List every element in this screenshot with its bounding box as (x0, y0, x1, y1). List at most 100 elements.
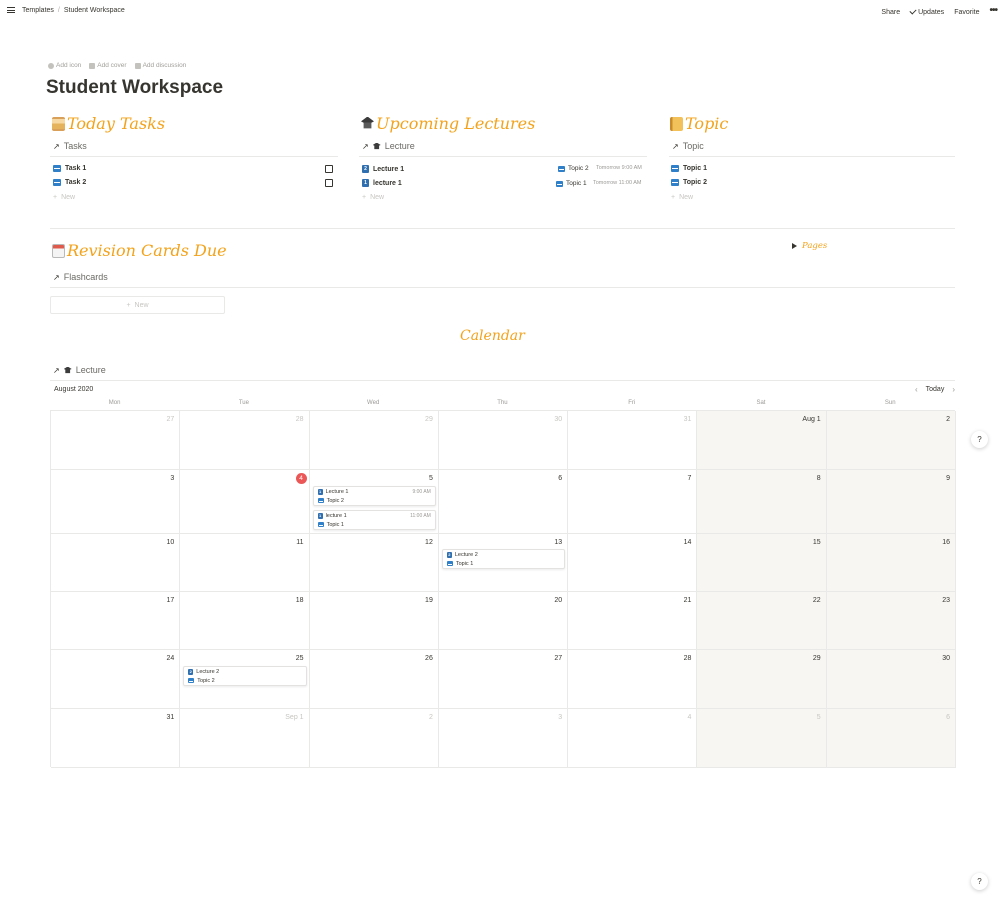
calendar-event[interactable]: 1 Lecture 1 9:00 AM Topic 2 (312, 486, 436, 506)
calendar-day[interactable]: 18 (180, 592, 310, 650)
calendar-day[interactable]: 26 (309, 650, 439, 709)
calendar-day[interactable]: 5 (697, 709, 827, 768)
revision-title: Revision Cards Due (67, 241, 227, 260)
calendar-day[interactable]: 7 (568, 470, 698, 534)
calendar-day[interactable]: 4 (180, 470, 310, 534)
calendar-day[interactable]: 31 (51, 709, 181, 768)
calendar-day[interactable]: 28 (568, 650, 698, 709)
calendar-day[interactable]: 10 (51, 534, 181, 592)
task-row[interactable]: Task 2 (53, 179, 86, 186)
calendar-day[interactable]: 22 (697, 592, 827, 650)
calendar-day[interactable]: 14 (568, 534, 698, 592)
lecture-row[interactable]: 1 lecture 1 (362, 179, 402, 187)
day-number: 2 (946, 416, 950, 423)
more-icon[interactable]: ••• (989, 5, 997, 16)
calendar-day[interactable]: 28 (180, 411, 310, 470)
help-button[interactable]: ? (971, 431, 988, 448)
plus-icon: + (53, 194, 58, 201)
calendar-day[interactable]: Aug 1 (697, 411, 827, 470)
calendar-day[interactable]: 8 (697, 470, 827, 534)
day-number: 5 (816, 714, 821, 721)
calendar-day[interactable]: 30 (826, 650, 956, 709)
pages-toggle[interactable]: Pages (792, 241, 827, 251)
calendar-event[interactable]: 2 Lecture 2 Topic 2 (183, 666, 307, 686)
topic-row[interactable]: Topic 2 (671, 179, 707, 186)
updates-button[interactable]: Updates (909, 7, 944, 16)
task-row[interactable]: Task 1 (53, 165, 86, 172)
flashcards-db-link[interactable]: ↗ Flashcards (53, 272, 108, 282)
new-task-button[interactable]: + New (53, 194, 75, 201)
add-cover-label: Add cover (97, 62, 127, 69)
calendar-day[interactable]: 12 (309, 534, 439, 592)
topic-db-link[interactable]: ↗ Topic (672, 141, 704, 151)
page-icon (558, 165, 565, 172)
lecture-row[interactable]: 2 Lecture 1 (362, 165, 404, 173)
page-icon (317, 522, 324, 527)
prev-month-icon[interactable]: ‹ (915, 385, 918, 394)
calendar-day[interactable]: 31 (568, 411, 698, 470)
topic-row[interactable]: Topic 1 (671, 165, 707, 172)
lecture-db-link[interactable]: ↗ Lecture (362, 141, 415, 151)
calendar-day[interactable]: 29 (309, 411, 439, 470)
graduation-cap-icon (63, 366, 72, 374)
lecture-topic-relation[interactable]: Topic 2 (558, 165, 589, 172)
task-checkbox[interactable] (325, 165, 333, 173)
help-button[interactable]: ? (971, 873, 988, 890)
lecture-number-icon: 1 (362, 179, 369, 187)
share-button[interactable]: Share (881, 9, 900, 16)
add-icon-button[interactable]: Add icon (48, 62, 81, 69)
calendar-day[interactable]: 30 (438, 411, 569, 470)
calendar-day[interactable]: 17 (51, 592, 181, 650)
day-number: 24 (166, 655, 175, 662)
favorite-button[interactable]: Favorite (954, 9, 979, 16)
page-icon (671, 179, 679, 186)
calendar-day[interactable]: 6 (826, 709, 956, 768)
calendar-day[interactable]: 24 (51, 650, 181, 709)
calendar-day[interactable]: 2 (826, 411, 956, 470)
calendar-day[interactable]: 20 (438, 592, 569, 650)
task-checkbox[interactable] (325, 179, 333, 187)
lecture-topic-relation[interactable]: Topic 1 (556, 180, 587, 187)
day-number: 11 (296, 539, 304, 546)
calendar-day[interactable]: 3 (438, 709, 569, 768)
calendar-event[interactable]: 2 Lecture 2 Topic 1 (441, 549, 566, 569)
calendar-day[interactable]: 15 (697, 534, 827, 592)
day-number: 25 (295, 655, 304, 662)
calendar-day[interactable]: 3 (51, 470, 181, 534)
tasks-db-link[interactable]: ↗ Tasks (53, 141, 87, 151)
next-month-icon[interactable]: › (952, 385, 955, 394)
calendar-day[interactable]: 27 (438, 650, 569, 709)
lecture-date: Tomorrow 9:00 AM (596, 165, 642, 171)
calendar-day[interactable]: 19 (309, 592, 439, 650)
page-title: Student Workspace (46, 77, 224, 98)
breadcrumb-templates[interactable]: Templates (22, 7, 54, 14)
breadcrumb-student-workspace[interactable]: Student Workspace (64, 7, 125, 14)
calendar-day[interactable]: 16 (826, 534, 956, 592)
calendar-db-link[interactable]: ↗ Lecture (53, 365, 106, 375)
add-cover-button[interactable]: Add cover (89, 62, 127, 69)
calendar-day[interactable]: 29 (697, 650, 827, 709)
task-title: Task 2 (65, 179, 87, 186)
calendar-event[interactable]: 1 lecture 1 11:00 AM Topic 1 (312, 510, 436, 530)
calendar-day[interactable]: 21 (568, 592, 698, 650)
calendar-day[interactable]: 27 (51, 411, 181, 470)
add-discussion-button[interactable]: Add discussion (134, 62, 186, 69)
calendar-day[interactable]: 6 (438, 470, 569, 534)
day-number: 5 (428, 475, 433, 482)
weekday-label: Thu (497, 400, 508, 406)
calendar-day[interactable]: 4 (568, 709, 698, 768)
new-topic-button[interactable]: + New (671, 194, 693, 201)
calendar-day[interactable]: 11 (180, 534, 310, 592)
calendar-day[interactable]: 2 (309, 709, 439, 768)
event-time: 11:00 AM (410, 512, 431, 519)
new-lecture-button[interactable]: + New (362, 194, 384, 201)
day-number: Aug 1 (802, 416, 821, 423)
menu-icon[interactable] (7, 7, 15, 13)
today-button[interactable]: Today (926, 386, 945, 393)
calendar-day[interactable]: 23 (826, 592, 956, 650)
event-topic: Topic 1 (455, 560, 474, 567)
calendar-day[interactable]: 9 (826, 470, 956, 534)
new-flashcard-button[interactable]: + New (50, 296, 225, 314)
calendar-day[interactable]: Sep 1 (180, 709, 310, 768)
calendar-icon (52, 243, 65, 258)
